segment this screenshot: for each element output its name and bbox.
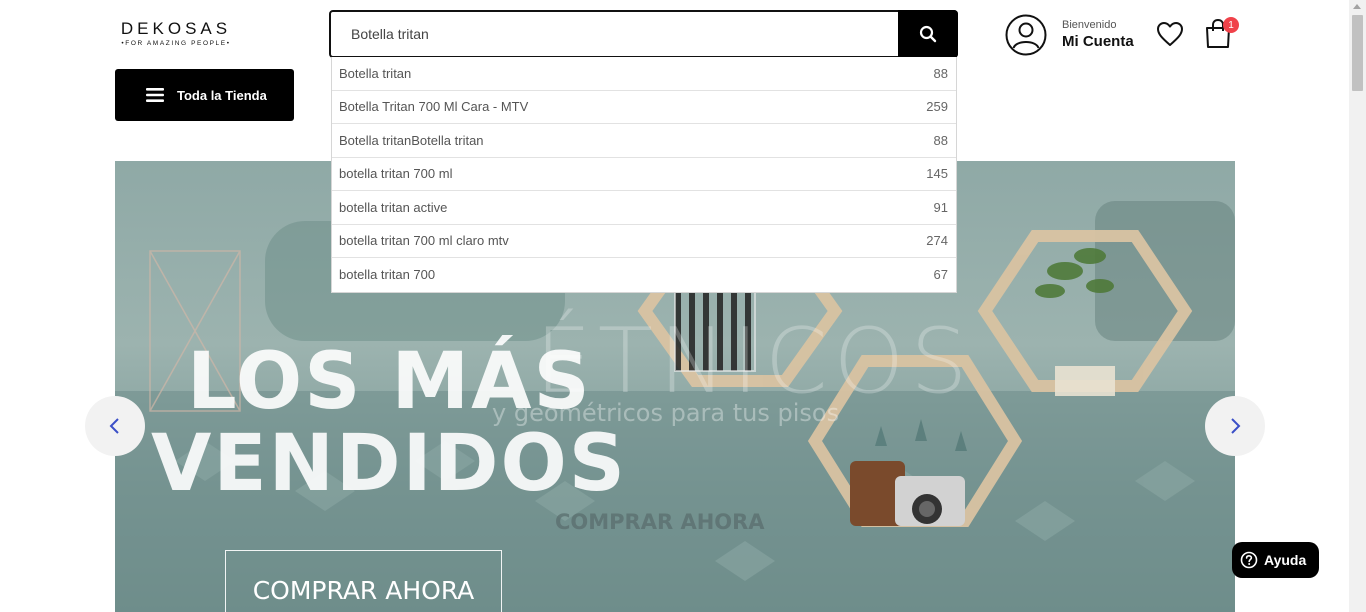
suggestion-item[interactable]: botella tritan active 91: [332, 191, 956, 225]
logo[interactable]: DEKOSAS •FOR AMAZING PEOPLE•: [118, 19, 234, 48]
suggestion-item[interactable]: Botella Tritan 700 Ml Cara - MTV 259: [332, 91, 956, 124]
suggestion-label: Botella tritan: [339, 65, 412, 81]
user-icon: [1005, 14, 1047, 56]
search-button[interactable]: [898, 10, 958, 58]
wishlist-button[interactable]: [1156, 21, 1184, 52]
logo-tagline: •FOR AMAZING PEOPLE•: [121, 40, 231, 47]
logo-wordmark: DEKOSAS: [120, 19, 232, 38]
carousel-prev-button[interactable]: [85, 396, 145, 456]
account-label: Mi Cuenta: [1062, 32, 1134, 50]
chevron-right-icon: [1231, 418, 1241, 434]
suggestion-item[interactable]: botella tritan 700 ml 145: [332, 158, 956, 191]
banner-title-line1: LOS MÁS: [187, 337, 592, 427]
help-label: Ayuda: [1264, 552, 1307, 568]
all-store-menu-button[interactable]: Toda la Tienda: [115, 69, 294, 121]
carousel-next-button[interactable]: [1205, 396, 1265, 456]
search-icon: [919, 25, 937, 43]
page-scrollbar[interactable]: [1349, 0, 1366, 612]
suggestion-label: Botella tritanBotella tritan: [339, 132, 484, 148]
account-greeting: Bienvenido: [1062, 18, 1117, 31]
suggestion-count: 91: [933, 199, 948, 215]
chevron-left-icon: [109, 418, 119, 434]
suggestion-count: 145: [926, 166, 948, 182]
page: DEKOSAS •FOR AMAZING PEOPLE• Bienvenido …: [0, 0, 1366, 612]
suggestion-label: botella tritan 700: [339, 267, 436, 283]
suggestion-label: botella tritan 700 ml: [339, 166, 453, 182]
scroll-up-arrow[interactable]: [1353, 4, 1361, 9]
suggestion-count: 274: [926, 233, 948, 249]
menu-icon: [146, 88, 164, 102]
suggestion-item[interactable]: Botella tritan 88: [332, 57, 956, 91]
search-input[interactable]: [331, 12, 899, 56]
suggestion-item[interactable]: Botella tritanBotella tritan 88: [332, 124, 956, 158]
suggestion-label: botella tritan active: [339, 199, 448, 215]
account-text: Bienvenido Mi Cuenta: [1062, 19, 1134, 52]
cart-count-badge: 1: [1223, 17, 1239, 33]
banner-ghost-cta: COMPRAR AHORA: [555, 510, 765, 534]
suggestion-item[interactable]: botella tritan 700 67: [332, 258, 956, 292]
suggestion-count: 88: [933, 65, 948, 81]
menu-label: Toda la Tienda: [177, 87, 267, 103]
suggestion-label: Botella Tritan 700 Ml Cara - MTV: [339, 99, 529, 115]
suggestion-count: 88: [933, 132, 948, 148]
suggestion-count: 67: [933, 267, 948, 283]
suggestion-item[interactable]: botella tritan 700 ml claro mtv 274: [332, 225, 956, 258]
account-link[interactable]: Bienvenido Mi Cuenta: [1005, 14, 1134, 56]
search-suggestions-dropdown: Botella tritan 88 Botella Tritan 700 Ml …: [331, 57, 957, 293]
scroll-thumb[interactable]: [1352, 15, 1363, 91]
search-bar: [329, 10, 958, 58]
banner-cta-button[interactable]: COMPRAR AHORA: [225, 550, 502, 612]
help-button[interactable]: Ayuda: [1232, 542, 1319, 578]
suggestion-count: 259: [926, 99, 948, 115]
suggestion-label: botella tritan 700 ml claro mtv: [339, 233, 509, 249]
banner-title-line2: VENDIDOS: [151, 419, 627, 509]
heart-icon: [1157, 22, 1183, 46]
help-icon: [1240, 551, 1258, 569]
